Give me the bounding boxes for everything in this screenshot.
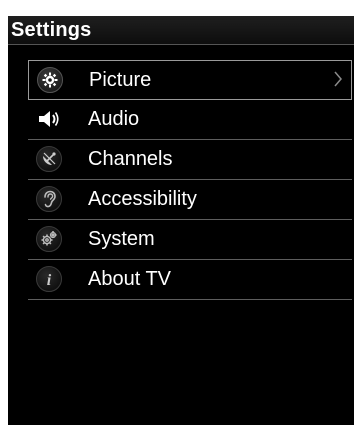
- menu-item-label: Audio: [88, 108, 140, 130]
- menu-item-label: System: [88, 228, 155, 250]
- menu-item-label: Channels: [88, 148, 173, 170]
- menu-item-about-tv[interactable]: i About TV: [28, 260, 352, 300]
- ear-icon: [36, 186, 62, 212]
- settings-header: Settings: [8, 16, 354, 45]
- speaker-icon: [36, 106, 62, 132]
- menu-item-label: Accessibility: [88, 188, 197, 210]
- menu-item-accessibility[interactable]: Accessibility: [28, 180, 352, 220]
- menu-item-label: Picture: [89, 69, 152, 91]
- satellite-dish-icon: [36, 146, 62, 172]
- info-icon: i: [36, 266, 62, 292]
- menu-item-system[interactable]: System: [28, 220, 352, 260]
- settings-menu: Picture Audio Channels Accessibility Sys…: [28, 60, 352, 300]
- settings-panel: Settings Picture Audio Channels Accessib…: [8, 16, 354, 425]
- menu-item-picture[interactable]: Picture: [28, 60, 352, 100]
- picture-gear-icon: [37, 67, 63, 93]
- menu-item-label: About TV: [88, 268, 172, 290]
- menu-item-audio[interactable]: Audio: [28, 100, 352, 140]
- chevron-right-icon: [333, 70, 343, 93]
- svg-text:i: i: [47, 272, 52, 288]
- menu-item-channels[interactable]: Channels: [28, 140, 352, 180]
- gears-icon: [36, 226, 62, 252]
- page-title: Settings: [11, 19, 92, 41]
